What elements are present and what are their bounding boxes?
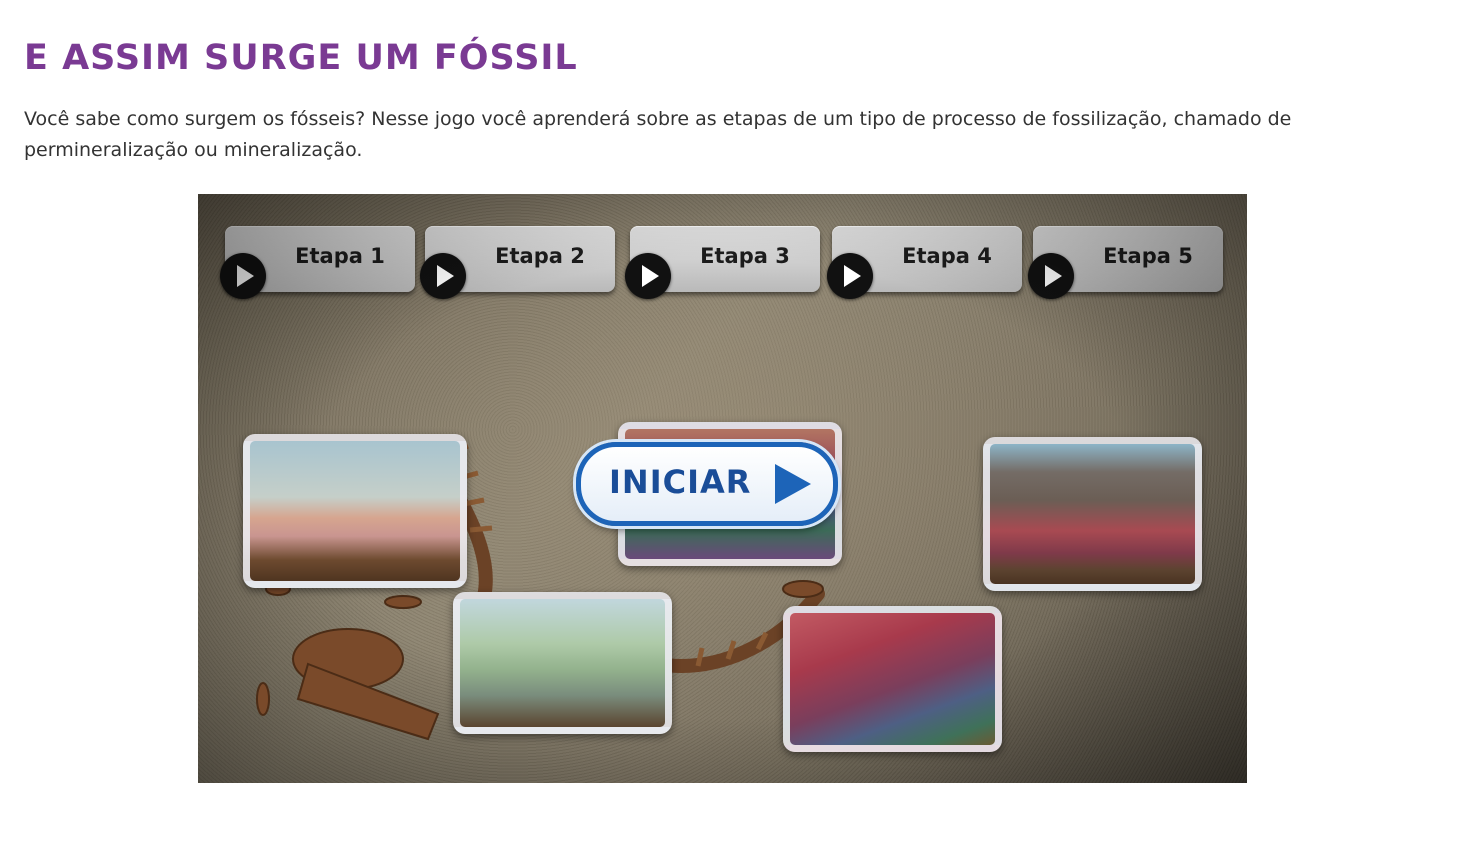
stratum-block-layers[interactable] bbox=[983, 437, 1202, 591]
stratum-block-dinosaur[interactable] bbox=[453, 592, 672, 734]
play-arrow-icon bbox=[775, 464, 811, 504]
page-title: E ASSIM SURGE UM FÓSSIL bbox=[24, 38, 578, 78]
start-button-label: INICIAR bbox=[609, 463, 752, 501]
intro-text: Você sabe como surgem os fósseis? Nesse … bbox=[24, 108, 1292, 161]
stratum-block-sediment[interactable] bbox=[243, 434, 467, 588]
stratum-block-fossil[interactable] bbox=[783, 606, 1002, 752]
start-button[interactable]: INICIAR bbox=[576, 442, 838, 526]
fossil-game-embed[interactable]: Etapa 1 Etapa 2 Etapa 3 Etapa 4 Etapa 5 bbox=[198, 194, 1247, 783]
